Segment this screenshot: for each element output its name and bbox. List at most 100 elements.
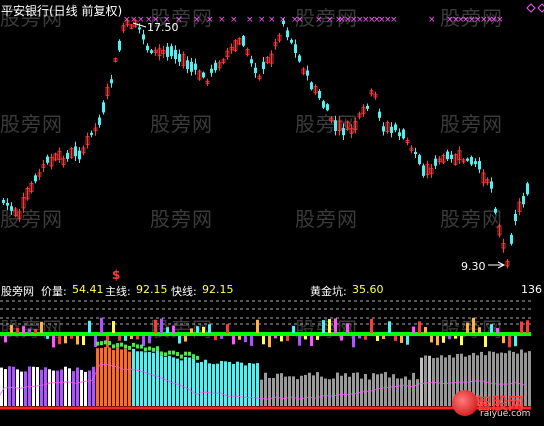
area-bar	[388, 377, 391, 406]
area-bar	[288, 376, 291, 406]
area-bar	[304, 374, 307, 406]
area-bar	[100, 347, 103, 406]
area-bar	[392, 374, 395, 406]
candle-body	[494, 208, 497, 213]
candle-body	[310, 82, 313, 90]
area-bar	[52, 370, 55, 406]
candle-body	[90, 132, 93, 135]
area-bar	[352, 372, 355, 406]
candle-body	[522, 196, 525, 205]
histogram-bar	[448, 336, 451, 340]
area-bar	[172, 357, 175, 406]
histogram-bar	[160, 318, 163, 333]
area-bar	[108, 347, 111, 406]
area-bar	[212, 364, 215, 406]
area-crest	[168, 350, 171, 355]
histogram-bar	[232, 336, 235, 345]
area-bar	[364, 373, 367, 406]
area-bar	[404, 376, 407, 406]
signal-x-marker: ×	[258, 15, 266, 25]
candle-body	[414, 151, 417, 155]
area-bar	[44, 367, 47, 406]
candle-body	[178, 54, 181, 62]
area-crest	[120, 342, 123, 347]
signal-x-marker: ×	[137, 15, 145, 25]
area-crest	[132, 342, 135, 347]
stock-chart-window: 股旁网 股旁网 股旁网 股旁网 股旁网 股旁网 股旁网 股旁网 股旁网 股旁网 …	[0, 0, 544, 426]
area-bar	[340, 375, 343, 406]
area-crest	[148, 346, 151, 351]
candle-body	[202, 72, 205, 78]
area-bar	[216, 363, 219, 406]
high-price-label: 17.50	[147, 21, 179, 34]
chart-canvas[interactable]: × × × × × × × × × × × × × × × ×× × × ××××××××××× × ×××××××××…	[0, 0, 544, 426]
histogram-bar	[46, 336, 49, 339]
area-bar	[104, 347, 107, 406]
histogram-bar	[148, 336, 151, 344]
area-bar	[268, 377, 271, 406]
candle-body	[322, 101, 325, 108]
area-bar	[164, 356, 167, 406]
candle-body	[74, 146, 77, 157]
area-crest	[184, 351, 187, 356]
area-bar	[284, 376, 287, 406]
candle-body	[306, 70, 309, 76]
signal-x-marker: ×	[206, 15, 214, 25]
histogram-bar	[226, 324, 229, 333]
signal-markers: × × × × × × × × × × × × × × × ×× × × ××××××××××× × ×××××××××…	[123, 3, 544, 25]
histogram-bar	[64, 336, 67, 344]
signal-x-marker: ×	[230, 15, 238, 25]
area-bar	[148, 352, 151, 406]
histogram-bar	[484, 336, 487, 347]
histogram-bar	[352, 336, 355, 348]
histogram-bar	[40, 321, 43, 333]
histogram-bar	[334, 318, 337, 333]
candle-body	[434, 158, 437, 166]
area-crest	[176, 352, 179, 357]
area-bar	[140, 351, 143, 406]
area-bar	[384, 372, 387, 406]
fast-line-value: 92.15	[202, 283, 234, 296]
candle-body	[326, 104, 329, 111]
area-bar	[308, 372, 311, 406]
histogram-bar	[28, 328, 31, 333]
area-bar	[8, 366, 11, 406]
area-bar	[368, 379, 371, 406]
histogram-bar	[316, 336, 319, 340]
candle-body	[398, 132, 401, 137]
histogram-bar	[478, 327, 481, 333]
histogram-bar	[250, 336, 253, 346]
candle-body	[514, 213, 517, 222]
signal-x-marker: ×	[390, 15, 398, 25]
histogram-bar	[262, 336, 265, 345]
candle-body	[78, 150, 81, 160]
area-bar	[88, 370, 91, 406]
area-bar	[72, 371, 75, 406]
area-bar	[76, 367, 79, 406]
area-crest	[172, 350, 175, 355]
histogram-bar	[346, 323, 349, 333]
area-bar	[420, 357, 423, 406]
candle-body	[394, 124, 397, 131]
area-bar	[92, 366, 95, 406]
fast-line-label: 快线:	[171, 285, 197, 298]
area-bar	[56, 370, 59, 406]
candle-body	[490, 181, 493, 189]
candle-body	[382, 126, 385, 132]
area-bar	[424, 355, 427, 406]
histogram-bar	[34, 329, 37, 333]
area-crest	[164, 352, 167, 357]
area-bar	[124, 348, 127, 406]
chart-title: 平安银行(日线 前复权)	[1, 4, 123, 18]
area-bar	[232, 364, 235, 406]
area-bar	[228, 361, 231, 406]
area-bar	[240, 362, 243, 406]
histogram-bar	[298, 336, 301, 346]
area-bar	[312, 375, 315, 406]
area-bar	[144, 352, 147, 406]
candle-body	[102, 102, 105, 113]
candle-body	[466, 158, 469, 161]
histogram-bar	[16, 327, 19, 333]
histogram-bar	[10, 324, 13, 333]
area-bar	[324, 378, 327, 406]
